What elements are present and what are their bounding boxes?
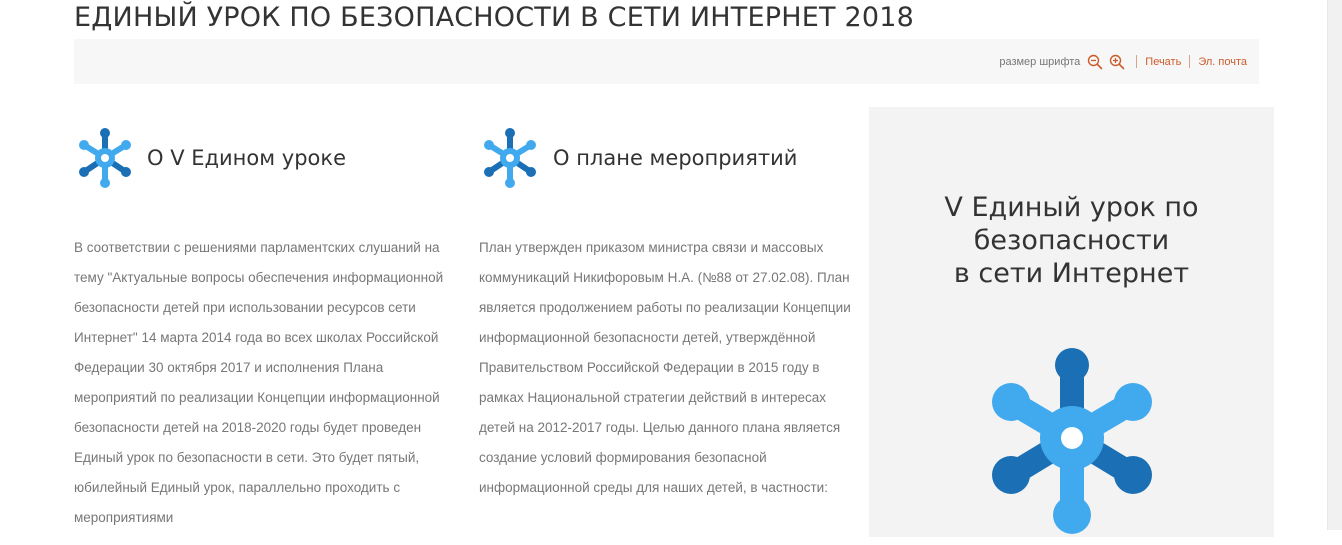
toolbar-separator: [1189, 55, 1191, 68]
side-title-line-2: безопасности: [973, 225, 1170, 256]
side-title-line-1: V Единый урок по: [944, 192, 1199, 223]
email-link[interactable]: Эл. почта: [1198, 56, 1247, 68]
zoom-out-icon[interactable]: [1087, 54, 1103, 70]
snowflake-icon: [479, 125, 541, 191]
font-size-label: размер шрифта: [999, 55, 1081, 68]
article-toolbar: размер шрифта Печать Эл. почта: [74, 39, 1259, 84]
print-link[interactable]: Печать: [1145, 56, 1181, 68]
about-plan-text: План утвержден приказом министра связи и…: [479, 240, 851, 495]
side-title-line-3: в сети Интернет: [953, 258, 1190, 289]
zoom-in-icon[interactable]: [1109, 54, 1125, 70]
about-lesson-section: О V Едином уроке В соответствии с решени…: [74, 125, 446, 533]
page-scrollbar[interactable]: [1327, 0, 1342, 530]
page-title: ЕДИНЫЙ УРОК ПО БЕЗОПАСНОСТИ В СЕТИ ИНТЕР…: [74, 2, 914, 33]
about-lesson-text: В соответствии с решениями парламентских…: [74, 240, 444, 525]
about-plan-heading: О плане мероприятий: [553, 146, 798, 170]
side-promo-panel: V Единый урок по безопасности в сети Инт…: [869, 107, 1274, 537]
side-panel-title: V Единый урок по безопасности в сети Инт…: [869, 191, 1274, 290]
about-lesson-heading: О V Едином уроке: [147, 146, 346, 170]
toolbar-separator: [1136, 55, 1138, 68]
snowflake-logo-icon: [992, 348, 1152, 534]
about-plan-section: О плане мероприятий План утвержден прика…: [479, 125, 859, 503]
snowflake-icon: [74, 125, 136, 191]
